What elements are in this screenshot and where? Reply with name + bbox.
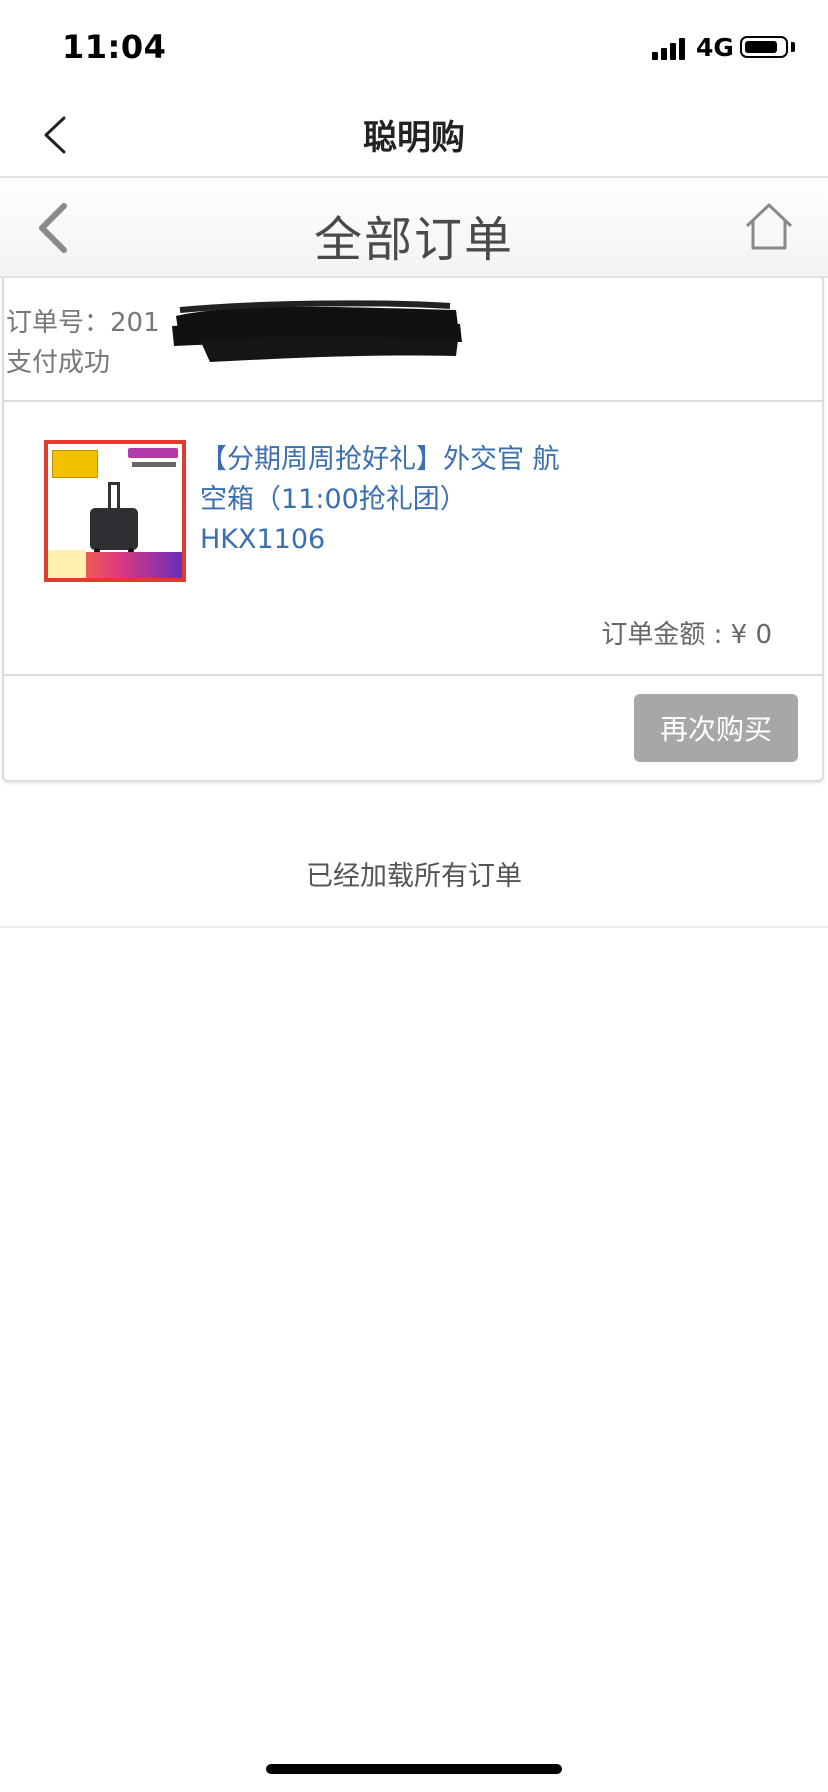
home-icon[interactable] bbox=[744, 202, 794, 252]
page-title: 全部订单 bbox=[313, 212, 514, 268]
app-title: 聪明购 bbox=[363, 118, 465, 158]
home-indicator[interactable] bbox=[266, 1764, 562, 1774]
app-header: 聪明购 bbox=[0, 96, 828, 176]
all-orders-loaded-text: 已经加载所有订单 bbox=[306, 861, 522, 892]
order-number: 订单号：201 bbox=[6, 302, 160, 339]
network-type: 4G bbox=[696, 33, 734, 62]
buy-again-button[interactable]: 再次购买 bbox=[634, 694, 798, 762]
page-header: 全部订单 bbox=[0, 176, 828, 278]
product-name-link[interactable]: 【分期周周抢好礼】外交官 航空箱（11:00抢礼团）HKX1106 bbox=[200, 440, 580, 560]
battery-icon bbox=[740, 36, 788, 58]
order-item: 【分期周周抢好礼】外交官 航空箱（11:00抢礼团）HKX1106 订单金额 :… bbox=[4, 402, 822, 676]
product-image[interactable] bbox=[44, 440, 186, 582]
cellular-signal-icon bbox=[652, 36, 688, 60]
order-amount: 订单金额 : ¥ 0 bbox=[601, 620, 772, 650]
divider bbox=[0, 926, 828, 928]
status-bar: 11:04 4G bbox=[0, 0, 828, 96]
order-number-label: 订单号： bbox=[6, 308, 111, 338]
status-time: 11:04 bbox=[62, 28, 167, 66]
battery-cap bbox=[791, 42, 795, 52]
order-actions: 再次购买 bbox=[4, 676, 822, 780]
order-header: 订单号：201 支付成功 bbox=[4, 278, 822, 402]
order-status: 支付成功 bbox=[6, 348, 111, 378]
order-card: 订单号：201 支付成功 【分期周周抢好礼】外交官 航空箱（11:00抢礼团）H… bbox=[2, 278, 824, 782]
redaction-scribble bbox=[172, 300, 462, 362]
order-number-value: 201 bbox=[110, 308, 160, 338]
